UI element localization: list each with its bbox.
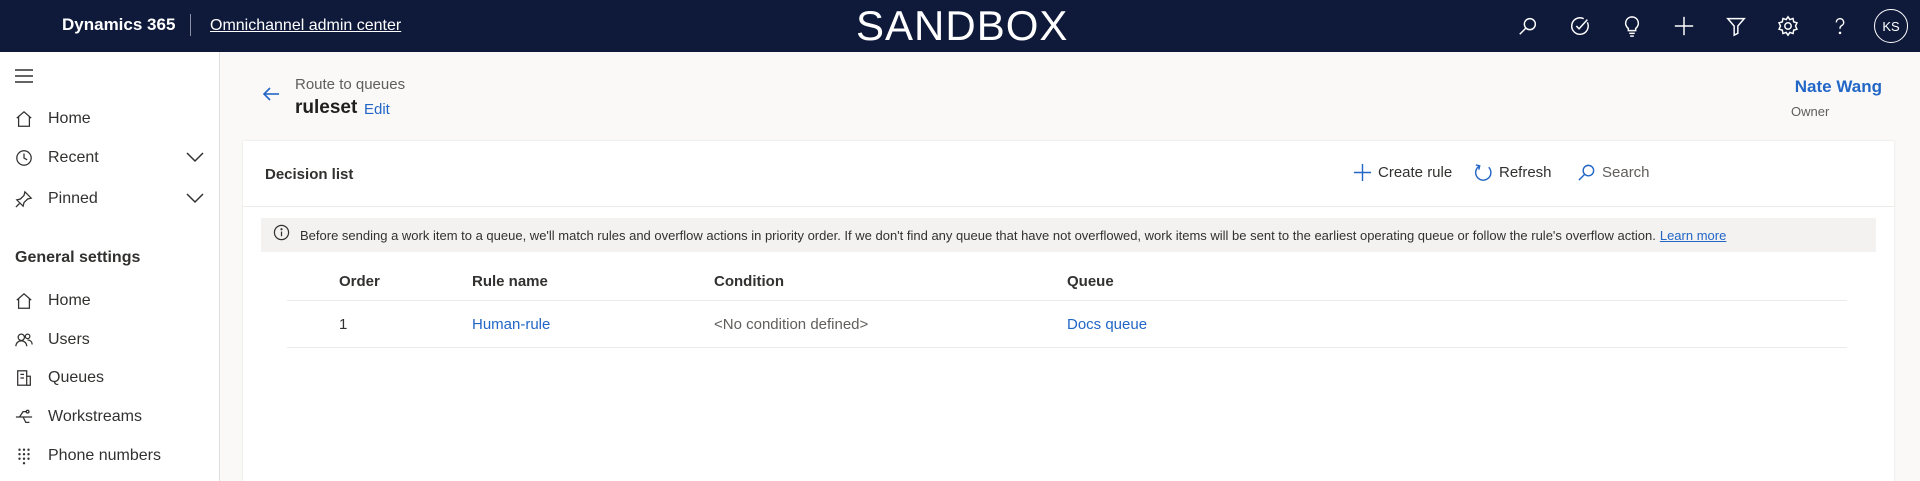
column-header-order[interactable]: Order [339,273,380,290]
brand-name[interactable]: Dynamics 365 [62,15,175,35]
clock-icon [14,148,34,168]
sidebar-item-label: Pinned [48,190,98,207]
search-placeholder: Search [1602,164,1650,181]
plus-icon[interactable] [1658,0,1710,52]
owner-label: Owner [1791,104,1830,119]
sidebar-item-recent[interactable]: Recent [0,140,219,176]
sidebar-item-label: Home [48,292,91,309]
keypad-icon [14,446,34,466]
sidebar-item-label: Recent [48,149,99,166]
create-rule-button[interactable]: Create rule [1353,163,1452,182]
sidebar-item-label: Home [48,110,91,127]
card-header: Decision list Create rule Refresh Search [243,141,1894,207]
plus-icon [1353,163,1372,182]
sidebar-item-pinned[interactable]: Pinned [0,181,219,217]
info-bar: Before sending a work item to a queue, w… [261,218,1876,252]
info-message: Before sending a work item to a queue, w… [300,227,1656,243]
edit-link[interactable]: Edit [364,101,390,118]
table-header: Order Rule name Condition Queue [287,261,1847,301]
environment-label: SANDBOX [856,2,1069,49]
column-header-condition[interactable]: Condition [714,273,784,290]
sidebar-item-workstreams[interactable]: Workstreams [0,399,219,435]
back-arrow-icon[interactable] [262,86,280,107]
chevron-down-icon[interactable] [185,150,205,169]
sidebar: Home Recent Pinned General settings Home… [0,52,220,481]
gear-icon[interactable] [1762,0,1814,52]
create-rule-label: Create rule [1378,164,1453,181]
decision-list-card: Decision list Create rule Refresh Search… [243,141,1894,481]
help-icon[interactable] [1814,0,1866,52]
refresh-icon [1474,164,1492,181]
top-bar: Dynamics 365 Omnichannel admin center SA… [0,0,1920,52]
search-icon [1578,164,1595,181]
queue-link[interactable]: Docs queue [1067,316,1147,333]
search-box[interactable]: Search [1577,163,1650,182]
hamburger-menu-icon[interactable] [14,68,34,89]
brand-divider [190,14,191,36]
sidebar-item-general-home[interactable]: Home [0,283,219,319]
sidebar-item-label: Users [48,331,90,348]
learn-more-link[interactable]: Learn more [1660,228,1726,243]
app-name-link[interactable]: Omnichannel admin center [210,17,401,35]
card-title: Decision list [265,166,354,183]
filter-icon[interactable] [1710,0,1762,52]
info-icon [273,224,290,246]
sidebar-item-label: Workstreams [48,408,142,425]
decision-table: Order Rule name Condition Queue 1 Human-… [287,261,1847,348]
refresh-label: Refresh [1499,164,1552,181]
top-icons: KS [1502,0,1920,52]
home-icon [14,291,34,311]
row-order: 1 [339,316,348,333]
task-icon[interactable] [1554,0,1606,52]
lightbulb-icon[interactable] [1606,0,1658,52]
home-icon [14,109,34,129]
table-row[interactable]: 1 Human-rule <No condition defined> Docs… [287,301,1847,348]
users-icon [14,330,34,350]
queues-icon [14,368,34,388]
column-header-queue[interactable]: Queue [1067,273,1114,290]
search-icon[interactable] [1502,0,1554,52]
sidebar-item-queues[interactable]: Queues [0,360,219,396]
breadcrumb: Route to queues [295,76,406,93]
sidebar-item-phone-numbers[interactable]: Phone numbers [0,438,219,474]
column-header-rule-name[interactable]: Rule name [472,273,548,290]
sidebar-item-home[interactable]: Home [0,101,219,137]
pin-icon [14,189,34,209]
user-avatar[interactable]: KS [1874,9,1908,43]
rule-name-link[interactable]: Human-rule [472,316,550,333]
workstreams-icon [14,407,34,427]
row-condition: <No condition defined> [714,316,869,333]
page-title: ruleset [295,97,358,118]
sidebar-item-users[interactable]: Users [0,322,219,358]
refresh-button[interactable]: Refresh [1474,163,1552,182]
sidebar-item-label: Queues [48,369,105,386]
chevron-down-icon[interactable] [185,191,205,210]
owner-name-link[interactable]: Nate Wang [1795,77,1882,97]
sidebar-item-label: Phone numbers [48,447,161,464]
sidebar-section-title: General settings [15,249,141,266]
